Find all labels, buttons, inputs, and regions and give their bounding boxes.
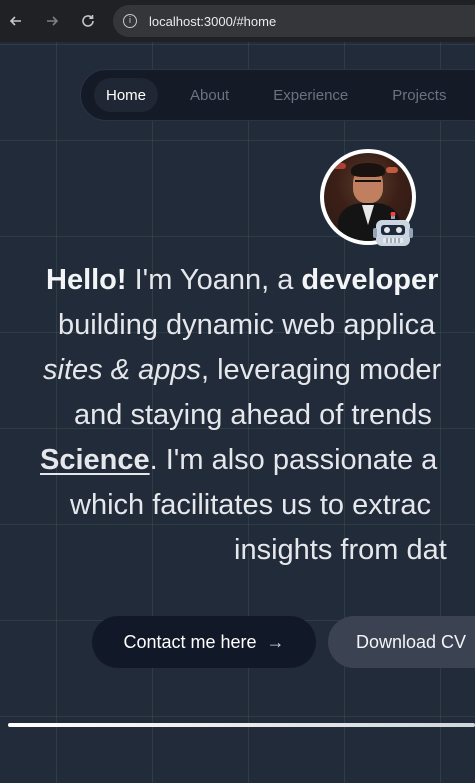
arrow-right-icon: → bbox=[266, 631, 285, 652]
contact-button-label: Contact me here bbox=[123, 631, 257, 652]
hero-line-1: Hello! I'm Yoann, a developer bbox=[46, 264, 438, 297]
nav-link-projects[interactable]: Projects bbox=[380, 78, 458, 112]
page-viewport: Home About Experience Projects Hello! I'… bbox=[0, 42, 475, 783]
nav-link-about[interactable]: About bbox=[178, 78, 241, 112]
nav-link-home[interactable]: Home bbox=[94, 78, 159, 112]
hero-line-4: and staying ahead of trends bbox=[74, 399, 432, 431]
info-icon[interactable]: i bbox=[123, 14, 137, 28]
robot-icon bbox=[373, 212, 413, 246]
download-cv-button[interactable]: Download CV bbox=[328, 616, 475, 668]
browser-toolbar: i localhost:3000/#home bbox=[0, 0, 475, 42]
hero-line-2: building dynamic web applica bbox=[58, 309, 436, 341]
reload-button[interactable] bbox=[74, 7, 102, 35]
science-link[interactable]: Science bbox=[40, 444, 150, 476]
reload-icon bbox=[82, 15, 94, 27]
contact-me-button[interactable]: Contact me here → bbox=[92, 616, 316, 668]
role-text: developer bbox=[301, 264, 439, 296]
hello-text: Hello! bbox=[46, 264, 127, 296]
sites-apps-text: sites & apps bbox=[43, 354, 201, 386]
url-text: localhost:3000/#home bbox=[149, 13, 277, 29]
top-navbar: Home About Experience Projects bbox=[80, 69, 475, 121]
hero-line-3: sites & apps, leveraging moder bbox=[43, 354, 441, 387]
cv-button-label: Download CV bbox=[356, 631, 467, 652]
arrow-right-icon bbox=[47, 16, 59, 26]
forward-button[interactable] bbox=[38, 7, 66, 35]
scroll-progress-bar bbox=[8, 723, 475, 727]
hero-line-6: which facilitates us to extrac bbox=[70, 489, 432, 521]
hero-line-7: insights from dat bbox=[234, 534, 447, 566]
nav-link-experience[interactable]: Experience bbox=[261, 78, 360, 112]
hero-line-3-rest: , leveraging moder bbox=[200, 354, 442, 386]
arrow-left-icon bbox=[9, 16, 21, 26]
hero-line-5-rest: . I'm also passionate a bbox=[149, 444, 438, 476]
intro-text: I'm Yoann, a bbox=[126, 264, 302, 296]
hero-line-5: Science. I'm also passionate a bbox=[40, 444, 437, 477]
back-button[interactable] bbox=[2, 7, 30, 35]
address-bar[interactable]: i localhost:3000/#home bbox=[113, 5, 475, 37]
scroll-progress-fill bbox=[8, 723, 475, 727]
